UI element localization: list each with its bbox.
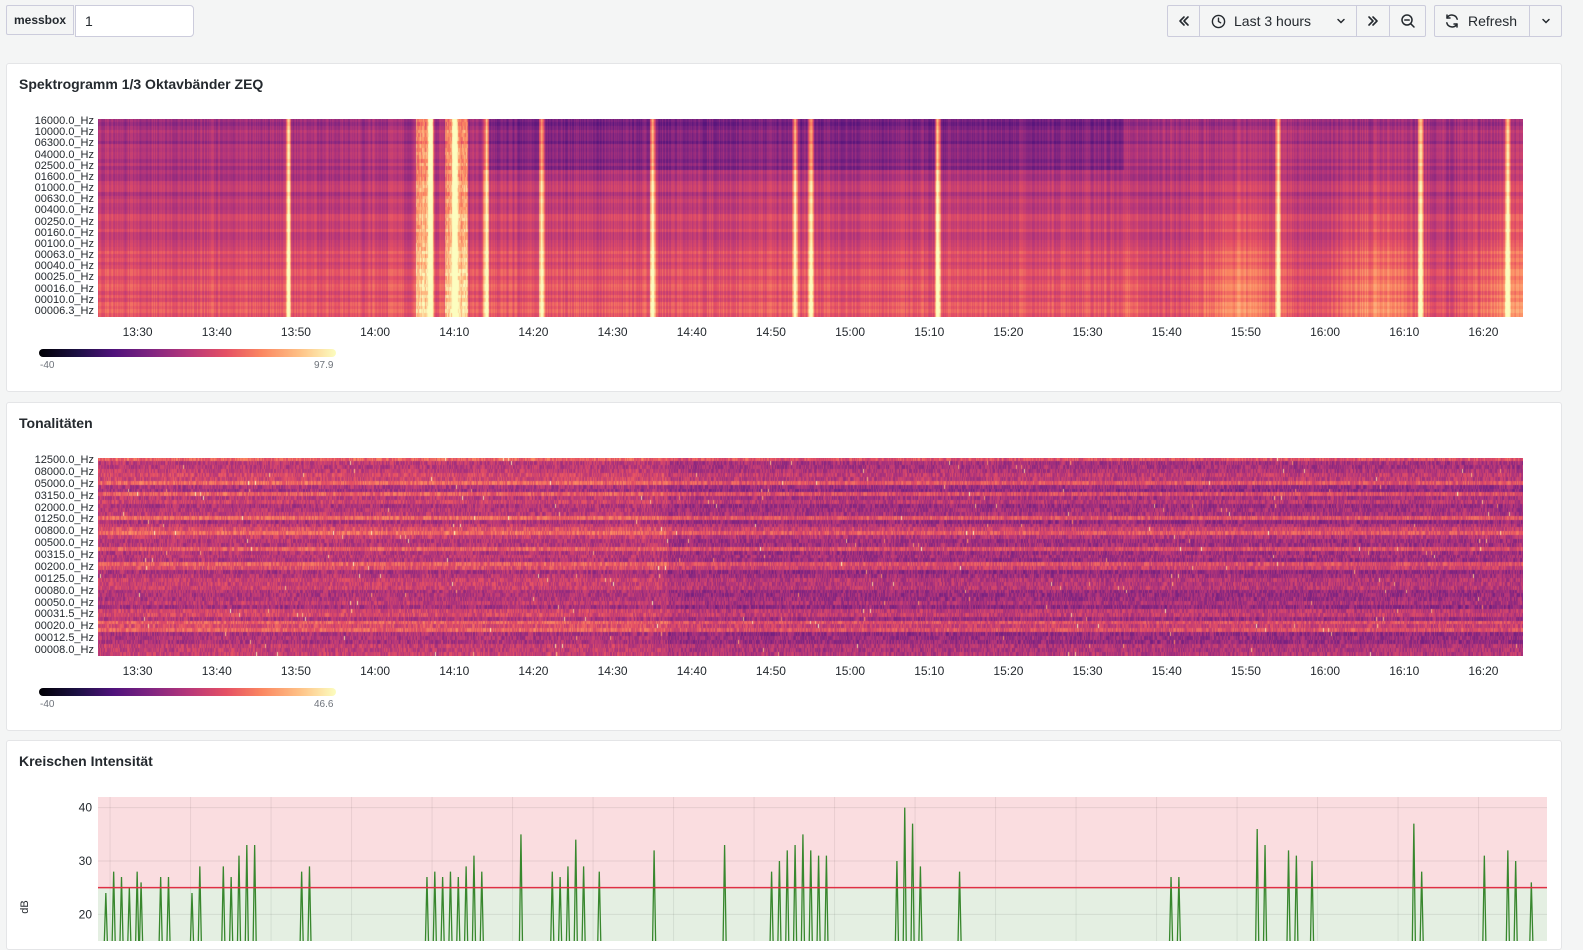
spectrogram-heatmap[interactable]	[98, 119, 1523, 317]
x-tick-label: 16:20	[1468, 325, 1499, 339]
y-tick-label: 00008.0_Hz	[34, 644, 94, 656]
x-tick-label: 13:50	[280, 325, 311, 339]
y-tick-label: 04000.0_Hz	[34, 148, 94, 161]
x-tick-label: 13:40	[201, 325, 232, 339]
y-tick-label: 00500.0_Hz	[34, 537, 94, 550]
y-tick-label: 00400.0_Hz	[34, 204, 94, 217]
y-tick-label: 00025.0_Hz	[34, 271, 94, 284]
y-tick-label: 20	[79, 907, 93, 921]
time-forward-button[interactable]	[1356, 5, 1390, 37]
y-tick-label: 00315.0_Hz	[34, 549, 94, 561]
time-picker-button[interactable]: Last 3 hours	[1199, 5, 1357, 37]
zoom-out-button[interactable]	[1389, 5, 1426, 37]
x-tick-label: 15:20	[993, 325, 1024, 339]
refresh-interval-dropdown[interactable]	[1529, 5, 1562, 37]
panel-title: Spektrogramm 1/3 Oktavbänder ZEQ	[19, 76, 264, 92]
x-tick-label: 13:40	[201, 664, 232, 678]
x-tick-label: 16:00	[1310, 325, 1341, 339]
y-tick-label: 05000.0_Hz	[34, 477, 94, 490]
refresh-button[interactable]: Refresh	[1434, 5, 1530, 37]
kreischen-panel: Kreischen Intensität 40 30 20 dB	[6, 740, 1562, 950]
legend-max: 46.6	[314, 699, 334, 710]
x-tick-label: 14:20	[518, 325, 549, 339]
threshold-region-above	[98, 797, 1547, 888]
x-tick-label: 16:00	[1310, 664, 1341, 678]
y-tick-label: 08000.0_Hz	[34, 465, 94, 478]
legend-max: 97.9	[314, 360, 334, 371]
x-tick-label: 13:50	[280, 664, 311, 678]
kreischen-timeseries-chart[interactable]: 40 30 20 dB	[7, 741, 1563, 941]
chevron-down-icon	[1541, 16, 1551, 26]
x-tick-label: 15:40	[1151, 664, 1182, 678]
legend-min: -40	[40, 360, 55, 371]
chevron-down-icon	[1336, 16, 1346, 26]
y-tick-label: 12500.0_Hz	[34, 454, 94, 466]
x-tick-label: 14:50	[755, 325, 786, 339]
y-tick-label: 00031.5_Hz	[34, 608, 94, 621]
y-tick-label: 00050.0_Hz	[34, 596, 94, 609]
x-tick-label: 14:40	[676, 664, 707, 678]
x-tick-label: 14:20	[518, 664, 549, 678]
y-tick-label: 00125.0_Hz	[34, 572, 94, 585]
x-tick-label: 16:20	[1468, 664, 1499, 678]
variable-input[interactable]	[75, 5, 194, 37]
x-tick-label: 15:10	[914, 325, 945, 339]
refresh-label: Refresh	[1468, 13, 1518, 29]
y-tick-label: 00200.0_Hz	[34, 560, 94, 573]
zoom-out-icon	[1400, 13, 1416, 29]
y-tick-label: 00016.0_Hz	[34, 282, 94, 295]
x-tick-label: 16:10	[1389, 664, 1420, 678]
x-tick-label: 15:10	[914, 664, 945, 678]
chevrons-left-icon	[1177, 14, 1191, 28]
legend-min: -40	[40, 699, 55, 710]
y-tick-label: 00020.0_Hz	[34, 620, 94, 633]
x-tick-label: 14:50	[755, 664, 786, 678]
y-tick-label: 02000.0_Hz	[34, 501, 94, 514]
y-tick-label: 00006.3_Hz	[34, 305, 94, 317]
x-tick-label: 14:00	[360, 325, 391, 339]
y-tick-label: 03150.0_Hz	[34, 489, 94, 502]
color-scale-bar	[39, 688, 336, 696]
x-tick-label: 15:00	[835, 664, 866, 678]
y-tick-label: 06300.0_Hz	[34, 137, 94, 150]
y-tick-label: 00800.0_Hz	[34, 525, 94, 538]
tonality-heatmap[interactable]	[98, 458, 1523, 656]
color-scale-bar	[39, 349, 336, 357]
x-tick-label: 15:50	[1230, 325, 1261, 339]
x-tick-label: 15:40	[1151, 325, 1182, 339]
x-tick-label: 14:10	[439, 664, 470, 678]
panel-title: Tonalitäten	[19, 415, 93, 431]
x-tick-label: 13:30	[122, 664, 153, 678]
y-tick-label: 00080.0_Hz	[34, 584, 94, 597]
time-back-button[interactable]	[1167, 5, 1200, 37]
y-tick-label: 00250.0_Hz	[34, 215, 94, 228]
tonality-panel: Tonalitäten 12500.0_Hz 08000.0_Hz 05000.0_…	[6, 402, 1562, 731]
y-tick-label: 01250.0_Hz	[34, 513, 94, 526]
spectrogram-panel: Spektrogramm 1/3 Oktavbänder ZEQ 16000.0…	[6, 63, 1562, 392]
y-tick-label: 00012.5_Hz	[34, 632, 94, 645]
x-tick-label: 15:50	[1230, 664, 1261, 678]
time-range-label: Last 3 hours	[1234, 13, 1312, 29]
x-tick-label: 14:00	[360, 664, 391, 678]
y-tick-label: 40	[79, 801, 93, 815]
x-tick-label: 15:20	[993, 664, 1024, 678]
y-tick-label: 30	[79, 854, 93, 868]
dashboard-toolbar: messbox Last 3 hours Refresh	[0, 0, 1583, 44]
variable-label: messbox	[6, 5, 74, 35]
x-tick-label: 13:30	[122, 325, 153, 339]
refresh-icon	[1444, 13, 1460, 29]
clock-icon	[1211, 14, 1226, 29]
x-tick-label: 14:40	[676, 325, 707, 339]
y-axis-label: dB	[19, 900, 31, 913]
x-tick-label: 15:00	[835, 325, 866, 339]
x-tick-label: 14:10	[439, 325, 470, 339]
x-tick-label: 16:10	[1389, 325, 1420, 339]
x-tick-label: 14:30	[597, 325, 628, 339]
x-tick-label: 15:30	[1072, 325, 1103, 339]
chevrons-right-icon	[1366, 14, 1380, 28]
x-tick-label: 15:30	[1072, 664, 1103, 678]
x-tick-label: 14:30	[597, 664, 628, 678]
